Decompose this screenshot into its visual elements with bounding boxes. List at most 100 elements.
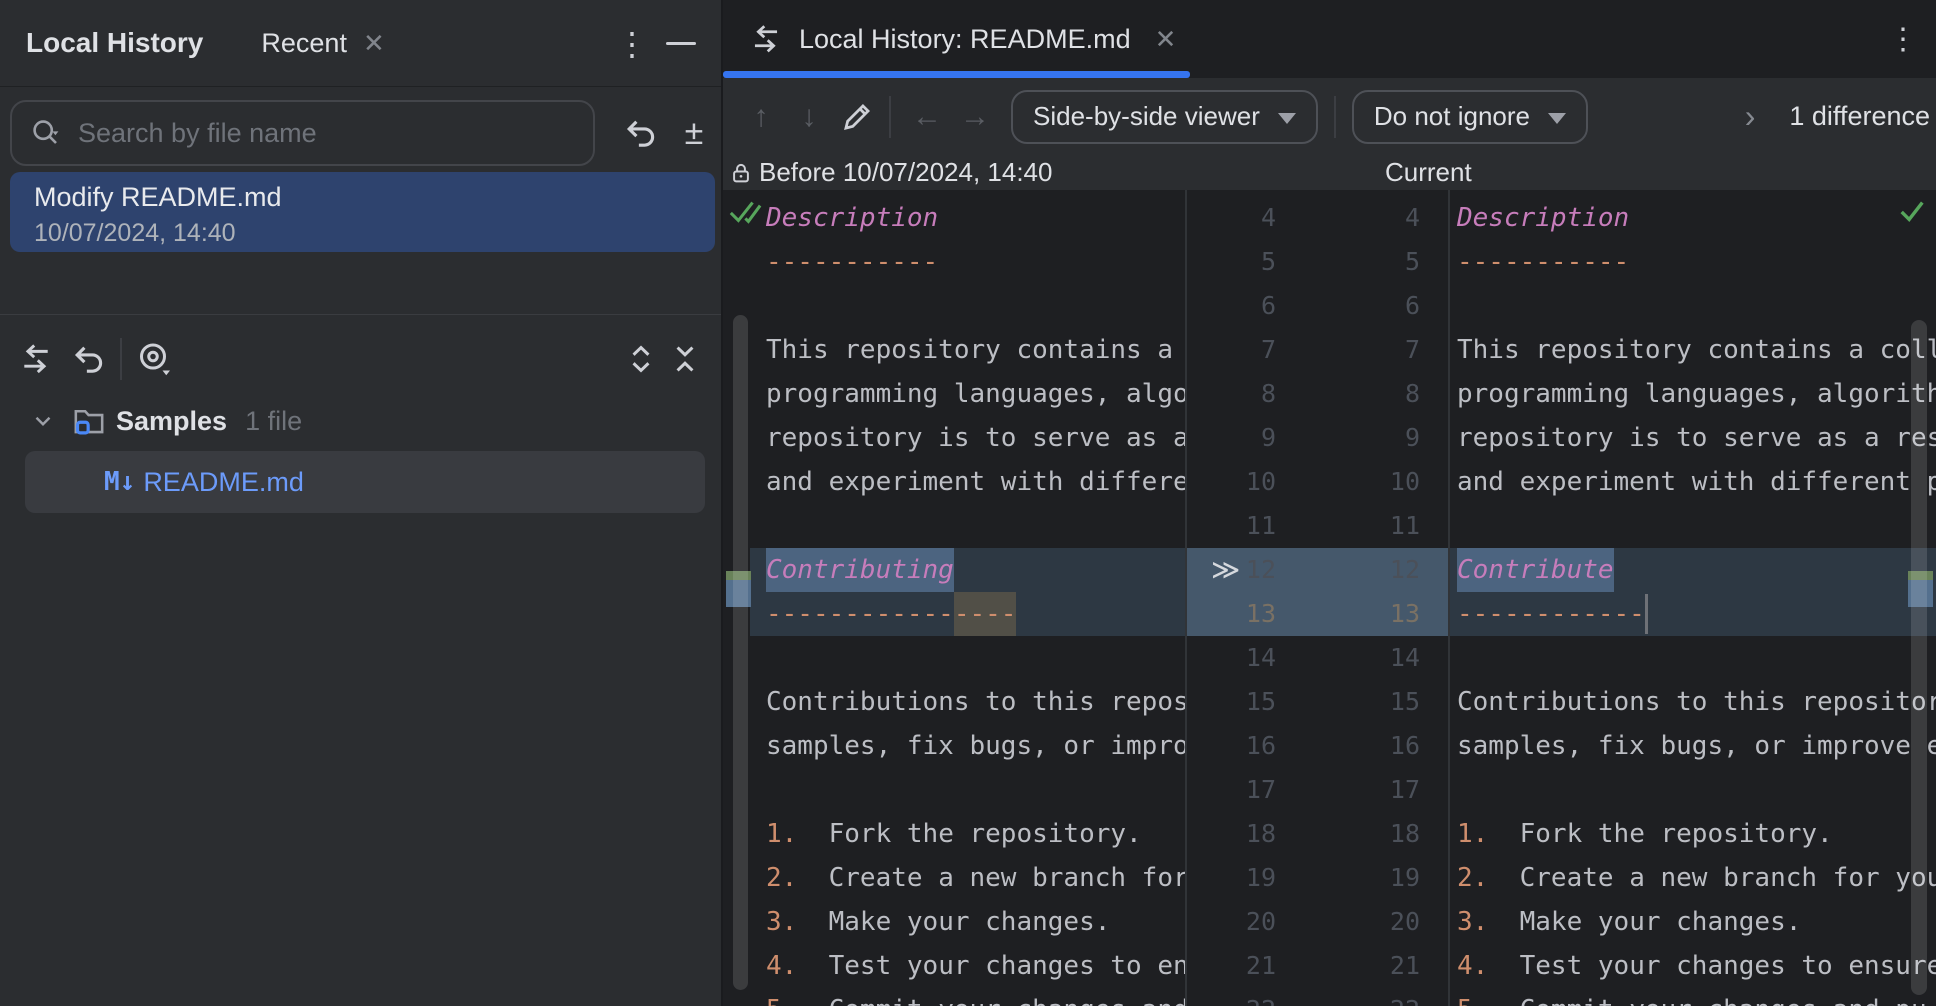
panel-title: Local History <box>26 27 203 59</box>
code-line-left-13: ---------------- <box>766 592 1016 636</box>
tree-node-samples[interactable]: Samples 1 file <box>0 398 721 444</box>
pencil-icon <box>840 100 874 134</box>
show-diff-toolbar-button[interactable] <box>14 337 58 381</box>
tree-toolbar <box>0 314 721 402</box>
panel-options-icon[interactable]: ⋮ <box>612 0 652 87</box>
code-line-left-12: Contributing <box>766 548 954 592</box>
gutter-line-16: 1616 <box>1185 724 1449 768</box>
before-label: Before 10/07/2024, 14:40 <box>759 157 1052 188</box>
gutter-line-9: 99 <box>1185 416 1449 460</box>
dropdown-caret-icon <box>1548 113 1566 124</box>
gutter-line-14: 1414 <box>1185 636 1449 680</box>
gutter-line-20: 2020 <box>1185 900 1449 944</box>
line-number-gutter: 4455667788991010111112121313141415151616… <box>1185 190 1449 1006</box>
double-check-icon <box>728 196 762 228</box>
hide-panel-button[interactable] <box>658 0 704 87</box>
code-line-right-7: This repository contains a coll <box>1457 328 1936 372</box>
view-options-button[interactable] <box>132 337 176 381</box>
diff-tab-icon <box>749 22 783 56</box>
before-code-pane[interactable]: Description----------- This repository co… <box>723 190 1185 1006</box>
code-line-right-4: Description <box>1457 196 1629 240</box>
revision-item-selected[interactable]: Modify README.md 10/07/2024, 14:40 <box>10 172 715 252</box>
code-line-left-18: 1. Fork the repository. <box>766 812 1142 856</box>
folder-icon <box>72 404 106 438</box>
next-difference-button[interactable]: ↓ <box>787 95 831 139</box>
code-line-left-4: Description <box>766 196 938 240</box>
expand-all-button[interactable] <box>619 337 663 381</box>
dropdown-caret-icon <box>1278 113 1296 124</box>
code-line-left-20: 3. Make your changes. <box>766 900 1110 944</box>
right-scrollbar-thumb[interactable] <box>1911 320 1927 995</box>
tree-node-readme[interactable]: M↓ README.md <box>25 451 705 513</box>
code-line-right-12: Contribute <box>1457 548 1614 592</box>
code-line-right-5: ----------- <box>1457 240 1629 284</box>
plus-minus-icon: ± <box>685 116 704 150</box>
code-line-right-13: ------------ <box>1457 592 1648 636</box>
code-line-right-19: 2. Create a new branch for you <box>1457 856 1936 900</box>
code-line-left-5: ----------- <box>766 240 938 284</box>
local-history-panel: Local History Recent ✕ ⋮ ± <box>0 0 723 1006</box>
navigate-back-button[interactable]: ← <box>905 95 949 139</box>
code-line-left-15: Contributions to this repos <box>766 680 1185 724</box>
chevron-down-icon[interactable] <box>30 408 56 434</box>
code-line-left-19: 2. Create a new branch for <box>766 856 1185 900</box>
gutter-line-10: 1010 <box>1185 460 1449 504</box>
diff-toolbar: ↑ ↓ ← → Side-by-side viewer Do not ignor… <box>723 78 1936 155</box>
current-label: Current <box>1385 155 1472 190</box>
navigate-forward-button[interactable]: → <box>953 95 997 139</box>
edit-source-button[interactable] <box>835 95 879 139</box>
code-line-right-20: 3. Make your changes. <box>1457 900 1801 944</box>
search-box[interactable] <box>10 100 595 166</box>
left-arrow-icon: ← <box>912 100 942 134</box>
show-diff-button[interactable]: ± <box>672 96 716 170</box>
tab-recent[interactable]: Recent ✕ <box>261 28 384 59</box>
collapse-all-button[interactable] <box>663 337 707 381</box>
gutter-line-13: 1313 <box>1185 592 1449 636</box>
apply-change-chevrons-icon[interactable]: ≫ <box>1211 548 1240 592</box>
gutter-line-6: 66 <box>1185 284 1449 328</box>
search-input[interactable] <box>78 118 518 149</box>
ignore-policy-dropdown[interactable]: Do not ignore <box>1352 90 1588 144</box>
current-code-pane[interactable]: Description----------- This repository co… <box>1449 190 1936 1006</box>
code-line-left-16: samples, fix bugs, or impro <box>766 724 1185 768</box>
editor-options-icon[interactable]: ⋮ <box>1881 0 1925 78</box>
tab-recent-label: Recent <box>261 28 347 59</box>
active-tab-indicator <box>723 71 1190 78</box>
tab-close-icon[interactable]: ✕ <box>1155 24 1177 55</box>
gutter-line-5: 55 <box>1185 240 1449 284</box>
viewer-mode-label: Side-by-side viewer <box>1033 101 1260 132</box>
ignore-policy-label: Do not ignore <box>1374 101 1530 132</box>
folder-meta: 1 file <box>245 406 302 437</box>
tab-label: Local History: README.md <box>799 24 1131 55</box>
code-line-left-7: This repository contains a <box>766 328 1185 372</box>
tab-local-history-readme[interactable]: Local History: README.md ✕ <box>723 0 1190 78</box>
folder-label: Samples <box>116 406 227 437</box>
code-line-left-21: 4. Test your changes to en <box>766 944 1185 988</box>
code-line-left-8: programming languages, algo <box>766 372 1185 416</box>
revert-toolbar-button[interactable] <box>66 337 110 381</box>
code-line-right-8: programming languages, algorith <box>1457 372 1936 416</box>
gutter-line-8: 88 <box>1185 372 1449 416</box>
search-icon[interactable] <box>30 117 62 149</box>
file-label: README.md <box>143 467 304 498</box>
code-line-left-10: and experiment with differe <box>766 460 1185 504</box>
code-line-right-15: Contributions to this repositor <box>1457 680 1936 724</box>
right-arrow-icon: → <box>960 100 990 134</box>
gutter-line-7: 77 <box>1185 328 1449 372</box>
code-line-right-9: repository is to serve as a res <box>1457 416 1936 460</box>
check-icon <box>1897 196 1927 226</box>
revert-button[interactable] <box>618 96 662 170</box>
code-line-right-10: and experiment with different p <box>1457 460 1936 504</box>
code-line-right-16: samples, fix bugs, or improve e <box>1457 724 1936 768</box>
toolbar-separator <box>1334 96 1336 138</box>
viewer-mode-dropdown[interactable]: Side-by-side viewer <box>1011 90 1318 144</box>
gutter-line-11: 1111 <box>1185 504 1449 548</box>
gutter-line-19: 1919 <box>1185 856 1449 900</box>
down-arrow-icon: ↓ <box>802 100 817 134</box>
previous-difference-button[interactable]: ↑ <box>739 95 783 139</box>
left-scrollbar-thumb[interactable] <box>733 315 748 990</box>
next-change-chevron-icon[interactable]: › <box>1745 98 1756 135</box>
tab-close-icon[interactable]: ✕ <box>363 28 385 59</box>
code-line-right-22: 5. Commit your changes and pu <box>1457 988 1927 1006</box>
code-line-right-21: 4. Test your changes to ensure <box>1457 944 1936 988</box>
